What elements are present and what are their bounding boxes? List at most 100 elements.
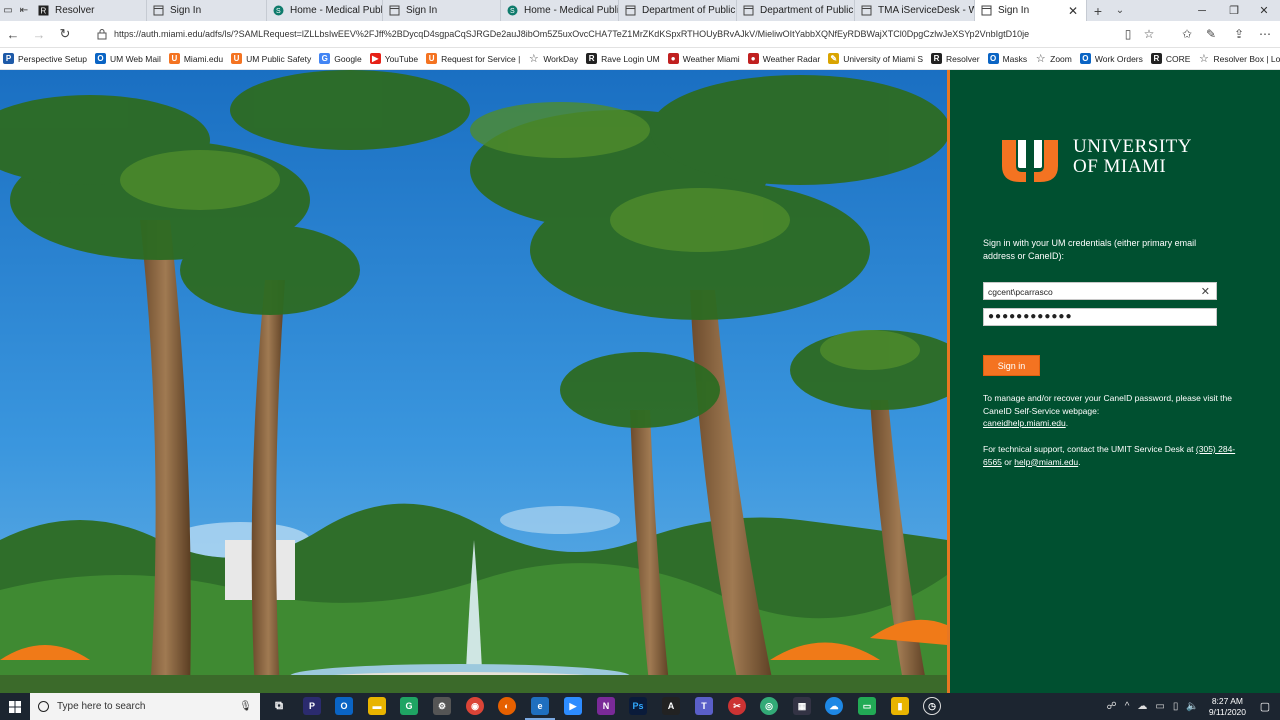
back-tab-icon[interactable]: ⇤	[16, 0, 32, 21]
photoshop-app-icon[interactable]: Ps	[629, 697, 647, 715]
tab-label: Department of Public S	[760, 5, 855, 16]
zoom-app-icon[interactable]: ▶	[564, 697, 582, 715]
tab-list-chevron-icon[interactable]: ⌄	[1109, 0, 1131, 21]
caneid-help-link[interactable]: caneidhelp.miami.edu	[983, 418, 1066, 428]
person-icon[interactable]: ☍	[1107, 701, 1117, 712]
acrobat-app-icon[interactable]: A	[662, 697, 680, 715]
youtube-icon: ▶	[369, 53, 381, 64]
bookmark-item[interactable]: ☆ Zoom	[1035, 53, 1072, 65]
restore-icon[interactable]: ❐	[1218, 0, 1250, 21]
windows-start-icon[interactable]	[0, 693, 30, 720]
bookmark-item[interactable]: P Perspective Setup	[3, 53, 87, 64]
pen-icon[interactable]: ✎	[1202, 26, 1220, 42]
browser-tab[interactable]: Department of Public S	[737, 0, 855, 21]
settings-app-icon[interactable]: ⚙	[433, 697, 451, 715]
network-icon[interactable]: ▭	[1155, 701, 1164, 712]
close-window-icon[interactable]: ✕	[1248, 0, 1280, 21]
back-arrow-icon[interactable]: ←	[0, 21, 26, 48]
chrome-app-icon[interactable]: ◉	[466, 697, 484, 715]
perspective-app-icon[interactable]: P	[303, 697, 321, 715]
bookmark-item[interactable]: R CORE	[1150, 53, 1191, 64]
clock-app-icon[interactable]: ◷	[923, 697, 941, 715]
bookmark-item[interactable]: R Rave Login UM	[586, 53, 660, 64]
favorites-hub-icon[interactable]: ✩	[1178, 26, 1196, 42]
calculator-app-icon[interactable]: ▦	[793, 697, 811, 715]
browser-tab-bar: ▭ ⇤ R Resolver Sign In S Home - Medical Publ…	[0, 0, 1280, 21]
bookmark-label: Rave Login UM	[601, 53, 660, 64]
bookmark-item[interactable]: ☆ Resolver Box | Login	[1198, 53, 1280, 65]
browser-tab[interactable]: R Resolver	[32, 0, 147, 21]
sharepoint-icon: S	[507, 5, 518, 16]
window-app-icon[interactable]: ▭	[858, 697, 876, 715]
onedrive-icon[interactable]: ☁	[1137, 701, 1147, 712]
microphone-icon[interactable]: 🎙	[239, 701, 252, 712]
username-field[interactable]: cgcent\pcarrasco ✕	[983, 282, 1217, 300]
bookmark-item[interactable]: O UM Web Mail	[94, 53, 161, 64]
resolver-icon: R	[38, 5, 49, 16]
bookmark-item[interactable]: U Miami.edu	[168, 53, 223, 64]
bookmark-item[interactable]: G Google	[319, 53, 362, 64]
page-content: UNIVERSITY OF MIAMI Sign in with your UM…	[0, 70, 1280, 693]
outlook-app-icon[interactable]: O	[335, 697, 353, 715]
page-icon	[625, 5, 636, 16]
support-period: .	[1078, 456, 1081, 467]
outlook-icon: O	[987, 53, 999, 64]
bookmark-item[interactable]: U UM Public Safety	[231, 53, 311, 64]
clear-input-icon[interactable]: ✕	[1201, 285, 1210, 298]
browser-tab[interactable]: Sign In	[383, 0, 501, 21]
bookmark-item[interactable]: ● Weather Miami	[667, 53, 740, 64]
firefox-app-icon[interactable]: ◐	[498, 697, 516, 715]
bookmark-item[interactable]: ▶ YouTube	[369, 53, 419, 64]
bookmark-label: UM Public Safety	[246, 53, 312, 64]
bookmark-item[interactable]: ☆ WorkDay	[528, 53, 578, 65]
more-menu-icon[interactable]: ⋯	[1256, 26, 1274, 42]
bookmark-label: YouTube	[384, 53, 419, 64]
bookmark-item[interactable]: ✎ University of Miami S	[828, 53, 923, 64]
bookmark-item[interactable]: R Resolver	[931, 53, 980, 64]
um-icon: U	[426, 53, 438, 64]
bookmark-label: Perspective Setup	[18, 53, 87, 64]
cloud-app-icon[interactable]: ☁	[825, 697, 843, 715]
rave-icon: R	[586, 53, 598, 64]
browser-tab[interactable]: Department of Public S	[619, 0, 737, 21]
taskbar-clock[interactable]: 8:27 AM 9/11/2020	[1209, 696, 1246, 718]
onenote-app-icon[interactable]: N	[597, 697, 615, 715]
browser-app-icon[interactable]: ◎	[760, 697, 778, 715]
minimize-icon[interactable]: ─	[1186, 0, 1218, 21]
folder-app-icon[interactable]: ▮	[891, 697, 909, 715]
forward-arrow-icon[interactable]: →	[26, 21, 52, 48]
notifications-icon[interactable]: ▢	[1256, 700, 1274, 713]
reading-view-icon[interactable]: ▯	[1119, 26, 1137, 42]
favorite-star-icon[interactable]: ☆	[1140, 26, 1158, 42]
url-field[interactable]: https://auth.miami.edu/adfs/ls/?SAMLRequ…	[114, 29, 1120, 39]
greenshot-app-icon[interactable]: G	[400, 697, 418, 715]
browser-tab[interactable]: Sign In	[147, 0, 267, 21]
password-field[interactable]: ●●●●●●●●●●●●	[983, 308, 1217, 326]
browser-tab[interactable]: TMA iServiceDesk - Wo	[855, 0, 975, 21]
show-hidden-icons-chevron[interactable]: ^	[1125, 701, 1130, 712]
battery-icon[interactable]: ▯	[1173, 701, 1179, 712]
task-view-icon[interactable]: ⧉	[270, 697, 288, 715]
bookmark-item[interactable]: O Masks	[987, 53, 1027, 64]
browser-tab[interactable]: S Home - Medical Public	[501, 0, 619, 21]
refresh-icon[interactable]: ↻	[52, 21, 78, 48]
tab-actions-icon[interactable]: ▭	[0, 0, 16, 21]
bookmark-item[interactable]: ● Weather Radar	[747, 53, 820, 64]
bookmark-item[interactable]: O Work Orders	[1079, 53, 1143, 64]
close-tab-icon[interactable]: ✕	[1060, 4, 1078, 18]
bookmark-item[interactable]: U Request for Service |	[426, 53, 520, 64]
support-email-link[interactable]: help@miami.edu	[1014, 457, 1078, 467]
browser-tab[interactable]: Sign In ✕	[975, 0, 1087, 21]
volume-icon[interactable]: 🔈	[1186, 701, 1198, 712]
teams-app-icon[interactable]: T	[695, 697, 713, 715]
bookmark-label: CORE	[1165, 53, 1191, 64]
edge-app-icon[interactable]: e	[525, 697, 555, 720]
support-or: or	[1004, 456, 1012, 467]
share-icon[interactable]: ⇪	[1230, 26, 1248, 42]
signin-button[interactable]: Sign in	[983, 355, 1040, 376]
taskbar-search-box[interactable]: Type here to search 🎙	[30, 693, 260, 720]
snip-app-icon[interactable]: ✂	[728, 697, 746, 715]
browser-tab[interactable]: S Home - Medical Public	[267, 0, 383, 21]
file-explorer-icon[interactable]: ▬	[368, 697, 386, 715]
new-tab-button[interactable]: +	[1087, 0, 1109, 21]
